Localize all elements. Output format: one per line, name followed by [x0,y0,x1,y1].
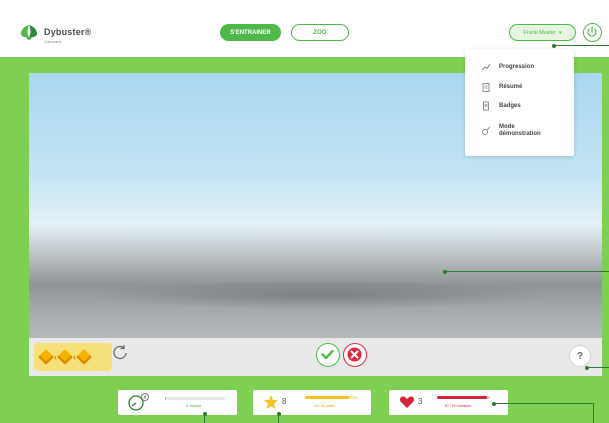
menu-item-label: Progression [499,63,535,70]
dybuster-logo-icon [21,25,37,40]
callout-line [445,271,609,272]
time-caption: 8 minutes [186,404,202,408]
badge-icon [483,101,489,111]
time-progress-fill [165,397,167,400]
hearts-count: 3 [418,397,423,406]
time-stat-card: 8 minutes [118,390,237,415]
progression-chart-icon [481,63,491,71]
number-comparison-cubes: ‹ ‹ [34,343,112,371]
cube-icon [76,349,92,365]
callout-line [587,367,609,368]
close-icon [347,347,362,362]
hearts-progress-fill [437,396,488,399]
stars-count: 8 [282,397,287,406]
menu-item-demo-mode[interactable]: Mode démonstration [465,121,574,141]
tab-train[interactable]: S'ENTRAINER [220,24,281,41]
restart-icon[interactable] [111,343,129,361]
cancel-button[interactable] [343,343,367,367]
stopwatch-icon [128,393,149,411]
check-icon [321,349,334,360]
user-name: Frank Muster [523,29,556,36]
callout-line [593,403,594,423]
demo-icon [482,126,491,135]
menu-item-resume[interactable]: Résumé [465,80,574,94]
callout-line [554,45,609,46]
menu-item-badges[interactable]: Badges [465,99,574,113]
cube-icon [38,349,54,365]
stars-progress-fill [305,396,349,399]
chevron-down-icon: ▾ [558,29,562,36]
hearts-stat-card: 3 87 / 92 monstres [389,390,508,415]
power-icon [587,26,597,37]
stars-progress-bar [305,396,358,399]
star-icon [264,395,278,409]
stars-stat-card: 8 44 / 53 points [253,390,371,415]
callout-line [494,403,594,404]
ground-shadow [85,280,555,310]
menu-item-label: Mode démonstration [499,124,541,137]
app-subtitle: Calcularis [44,39,62,44]
menu-item-label: Résumé [499,83,523,90]
callout-line [204,414,205,423]
time-progress-bar [165,397,225,400]
callout-line [278,414,279,423]
app-name: Dybuster® [44,27,92,37]
menu-item-label: Badges [499,102,521,109]
clipboard-icon [482,83,490,92]
tab-zoo[interactable]: ZOO [291,24,349,41]
help-button[interactable]: ? [569,345,591,367]
heart-icon [399,396,415,408]
confirm-button[interactable] [316,343,340,367]
stars-caption: 44 / 53 points [314,404,336,408]
logout-button[interactable] [583,23,602,42]
menu-item-progression[interactable]: Progression [465,60,574,74]
hearts-progress-bar [437,396,490,399]
user-menu-button[interactable]: Frank Muster ▾ [509,24,576,41]
user-dropdown-menu: Progression Résumé Badges Mode démonstra… [465,49,574,156]
hearts-caption: 87 / 92 monstres [445,404,472,408]
cube-icon [57,349,73,365]
